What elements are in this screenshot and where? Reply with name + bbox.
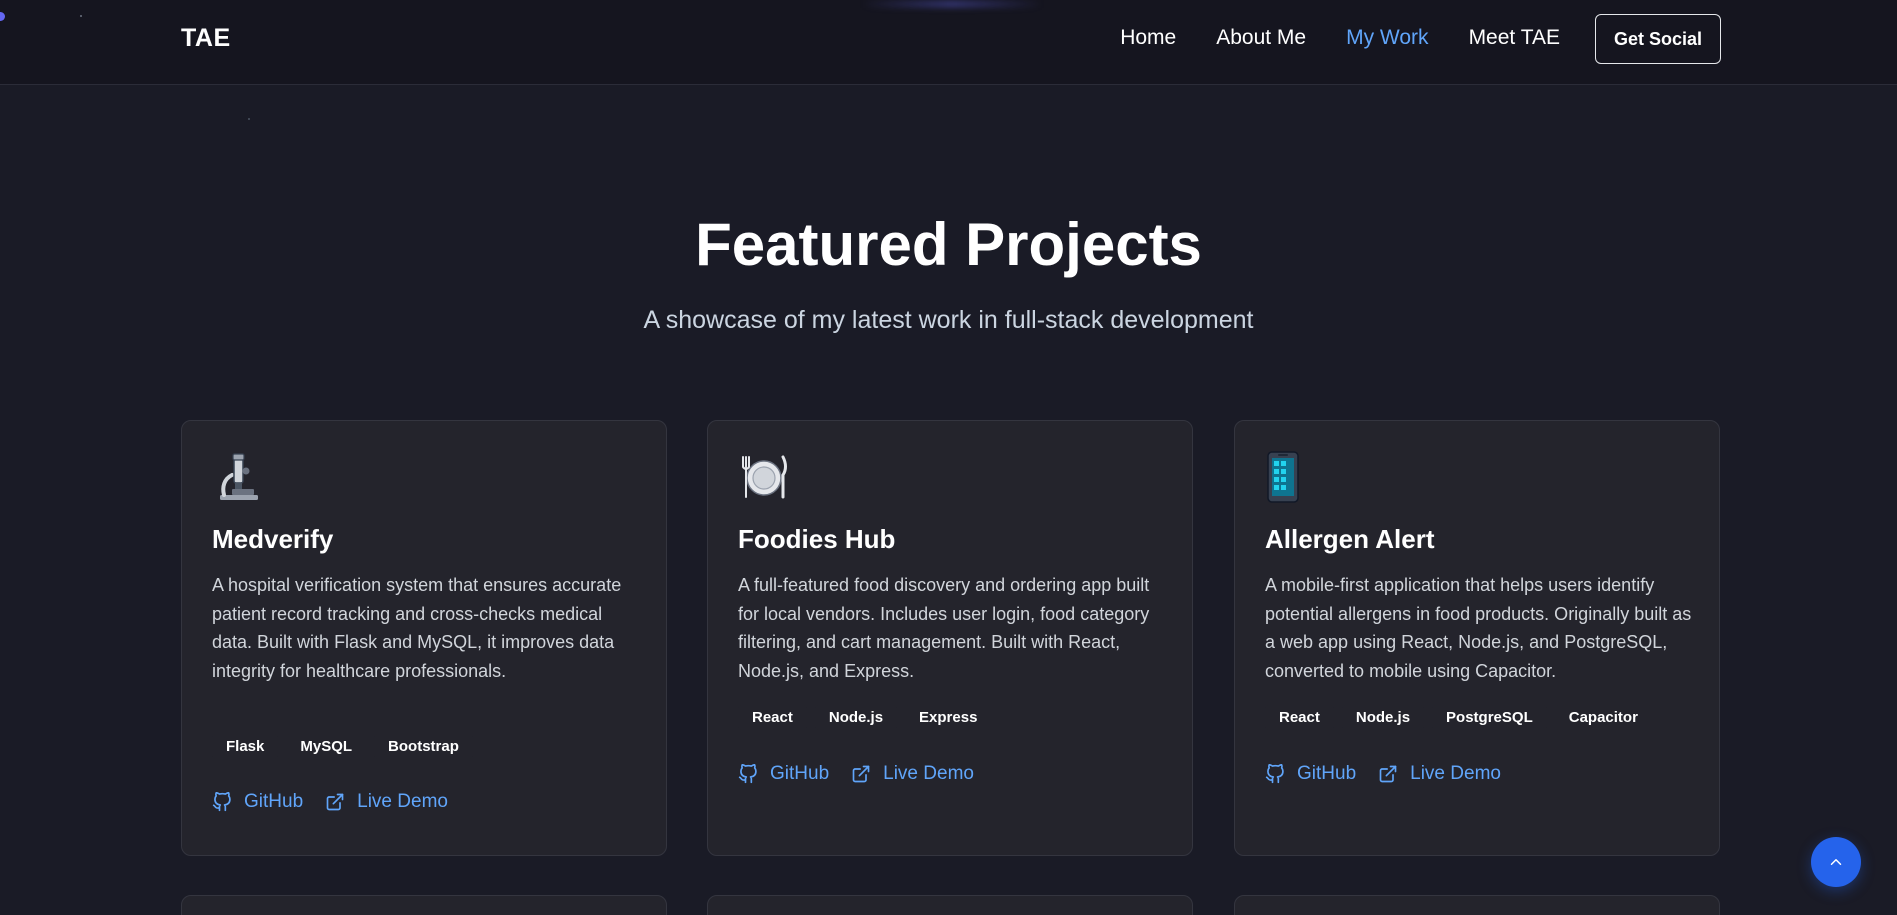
project-links: GitHub Live Demo	[212, 791, 470, 813]
tech-tags: React Node.js PostgreSQL Capacitor	[1265, 705, 1652, 730]
tech-tag: Express	[905, 705, 992, 730]
tech-tag: Bootstrap	[374, 734, 473, 759]
project-description: A full-featured food discovery and order…	[738, 575, 1150, 681]
external-link-icon	[852, 765, 870, 783]
tech-tag: PostgreSQL	[1432, 705, 1547, 730]
brand-logo[interactable]: TAE	[181, 24, 231, 53]
tech-tag: Capacitor	[1554, 705, 1652, 730]
project-links: GitHub Live Demo	[1265, 763, 1523, 785]
project-card-partial	[707, 895, 1193, 915]
project-card-partial	[181, 895, 667, 915]
tech-tags: React Node.js Express	[738, 705, 992, 730]
github-icon	[738, 764, 757, 784]
project-title: Medverify	[212, 524, 334, 554]
project-links: GitHub Live Demo	[738, 763, 996, 785]
section-subtitle: A showcase of my latest work in full-sta…	[643, 306, 1254, 334]
nav-link-my-work[interactable]: My Work	[1346, 26, 1428, 50]
tech-tag: React	[738, 705, 807, 730]
github-link[interactable]: GitHub	[212, 791, 303, 813]
mobile-phone-icon	[1265, 451, 1317, 503]
project-card-foodies-hub: Foodies Hub A full-featured food discove…	[707, 420, 1193, 856]
tech-tag: Node.js	[1341, 705, 1425, 730]
github-link-label: GitHub	[1297, 763, 1357, 784]
github-icon	[212, 792, 231, 812]
tech-tags: Flask MySQL Bootstrap	[212, 734, 473, 759]
section-title: Featured Projects	[695, 211, 1202, 278]
live-demo-link-label: Live Demo	[883, 763, 974, 784]
decorative-dot	[0, 12, 5, 21]
project-description: A hospital verification system that ensu…	[212, 575, 622, 681]
project-title: Foodies Hub	[738, 524, 896, 554]
nav-link-home[interactable]: Home	[1120, 26, 1176, 50]
live-demo-link-label: Live Demo	[1410, 763, 1501, 784]
github-link-label: GitHub	[770, 763, 830, 784]
tech-tag: Flask	[212, 734, 279, 759]
nav-links: Home About Me My Work Meet TAE	[1120, 26, 1560, 50]
project-card-allergen-alert: Allergen Alert A mobile-first applicatio…	[1234, 420, 1720, 856]
external-link-icon	[1379, 765, 1397, 783]
nav-link-meet-tae[interactable]: Meet TAE	[1469, 26, 1560, 50]
project-description: A mobile-first application that helps us…	[1265, 575, 1692, 681]
external-link-icon	[326, 793, 344, 811]
live-demo-link-label: Live Demo	[357, 791, 448, 812]
chevron-up-icon	[1830, 859, 1842, 865]
navbar: TAE Home About Me My Work Meet TAE Get S…	[0, 0, 1897, 85]
decorative-glow	[862, 0, 1042, 8]
plate-cutlery-icon	[738, 451, 790, 503]
live-demo-link[interactable]: Live Demo	[325, 791, 448, 813]
scroll-to-top-button[interactable]	[1811, 837, 1861, 887]
decorative-dot	[80, 15, 82, 17]
decorative-dot	[248, 118, 250, 120]
github-link[interactable]: GitHub	[738, 763, 829, 785]
tech-tag: Node.js	[814, 705, 898, 730]
live-demo-link[interactable]: Live Demo	[1378, 763, 1501, 785]
microscope-icon	[212, 451, 264, 503]
project-card-medverify: Medverify A hospital verification system…	[181, 420, 667, 856]
github-icon	[1265, 764, 1284, 784]
project-title: Allergen Alert	[1265, 524, 1435, 554]
github-link[interactable]: GitHub	[1265, 763, 1356, 785]
nav-link-about-me[interactable]: About Me	[1216, 26, 1306, 50]
live-demo-link[interactable]: Live Demo	[851, 763, 974, 785]
get-social-button[interactable]: Get Social	[1595, 14, 1721, 64]
project-card-partial	[1234, 895, 1720, 915]
github-link-label: GitHub	[244, 791, 304, 812]
tech-tag: React	[1265, 705, 1334, 730]
tech-tag: MySQL	[286, 734, 367, 759]
